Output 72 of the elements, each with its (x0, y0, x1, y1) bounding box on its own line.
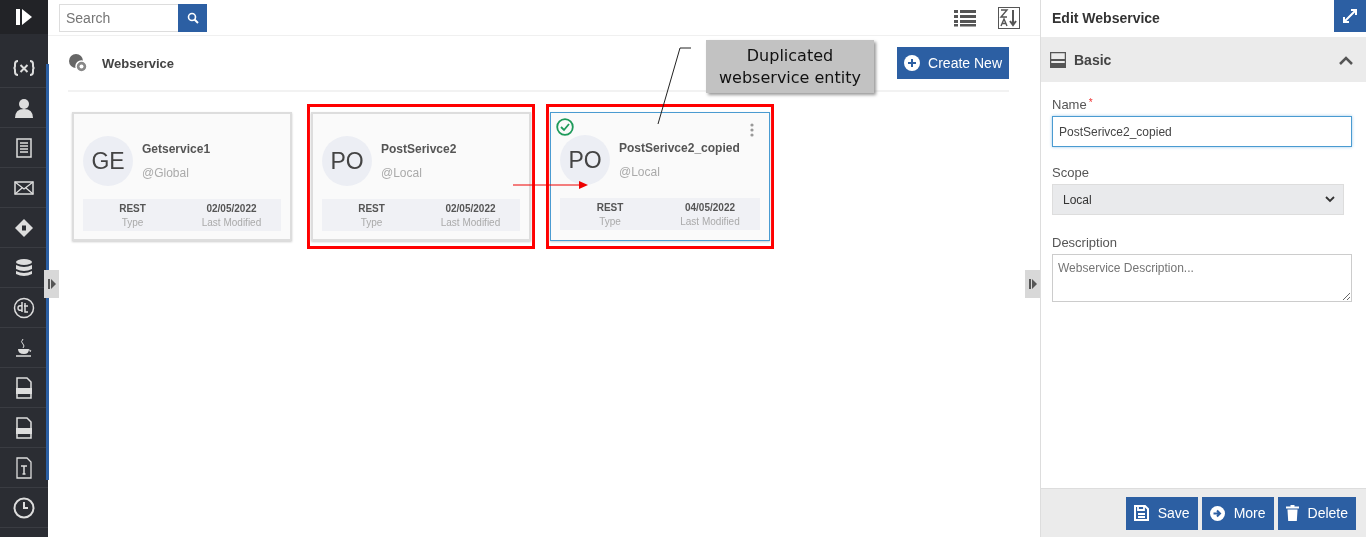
user-icon[interactable] (14, 97, 34, 118)
list-view-icon[interactable] (954, 8, 976, 27)
play-logo-icon[interactable] (15, 8, 33, 26)
collapse-handle[interactable] (1025, 270, 1040, 298)
modified-label: Last Modified (680, 215, 740, 227)
page-title: Webservice (102, 55, 175, 71)
sort-icon[interactable] (998, 6, 1020, 29)
callout-note: Duplicated webservice entity (706, 40, 874, 93)
avatar: GE (83, 136, 133, 186)
expand-button[interactable] (1334, 0, 1366, 32)
modified-label: Last Modified (201, 216, 262, 228)
type-value: REST (119, 202, 146, 214)
service-name: PostSerivce2_copied (619, 141, 740, 155)
diamond-icon[interactable] (14, 217, 34, 238)
modified-date: 04/05/2022 (684, 201, 736, 213)
file-badge-icon[interactable] (15, 376, 33, 399)
chevron-icon[interactable] (1338, 54, 1354, 65)
save-icon (1133, 505, 1149, 521)
dt-circle-icon[interactable] (13, 296, 35, 319)
modified-label: Last Modified (440, 216, 501, 228)
section-title: Basic (1074, 51, 1112, 68)
service-name: PostSerivce2 (381, 142, 457, 156)
text-file-icon[interactable] (16, 456, 32, 479)
service-scope: @Global (142, 166, 190, 180)
collapse-handle[interactable] (44, 270, 59, 298)
name-label: Name* (1052, 97, 1094, 112)
plus-circle-icon (904, 55, 921, 71)
more-button[interactable]: More (1201, 496, 1274, 530)
search-field[interactable]: Search (59, 3, 178, 32)
avatar: PO (560, 135, 610, 185)
delete-button[interactable]: Delete (1277, 496, 1356, 530)
clock-icon[interactable] (13, 496, 35, 519)
section-header[interactable]: Basic (1041, 37, 1366, 82)
description-label: Description (1052, 235, 1119, 250)
more-options-icon[interactable] (750, 123, 754, 137)
description-field[interactable]: Webservice Description... (1052, 254, 1352, 302)
arrow-circle-icon (1209, 505, 1225, 521)
expand-icon (1342, 8, 1358, 24)
scroll-bar[interactable] (46, 64, 49, 480)
avatar: PO (322, 136, 372, 186)
panel-title: Edit Webservice (1051, 9, 1160, 26)
create-new-button[interactable]: Create New (897, 47, 1009, 79)
chevron-down-icon (1325, 196, 1335, 203)
service-scope: @Local (381, 166, 423, 180)
type-label: Type (599, 215, 621, 227)
search-button[interactable] (178, 3, 207, 32)
service-card[interactable]: PO PostSerivce2 @Local REST Type 02/05/2022 Last Modified (311, 112, 531, 241)
type-label: Type (360, 216, 383, 228)
service-card[interactable]: GE Getservice1 @Global REST Type 02/05/2022 Last Modified (72, 112, 292, 241)
service-scope: @Local (619, 165, 661, 179)
globe-gear-icon (68, 53, 88, 73)
type-value: REST (596, 201, 624, 213)
service-card[interactable]: PO PostSerivce2_copied @Local REST Type 04/05/2022 Last Modified (550, 112, 770, 241)
type-value: REST (358, 202, 385, 214)
modified-date: 02/05/2022 (206, 202, 257, 214)
trash-icon (1285, 505, 1299, 521)
type-label: Type (121, 216, 144, 228)
name-field[interactable]: PostSerivce2_copied (1052, 116, 1352, 147)
coffee-cup-icon[interactable] (15, 337, 33, 358)
form-icon (1050, 51, 1066, 68)
scope-label: Scope (1052, 165, 1090, 180)
search-icon (186, 11, 199, 24)
database-icon[interactable] (15, 257, 33, 278)
file-badge-icon[interactable] (15, 416, 33, 439)
mail-icon[interactable] (14, 180, 34, 195)
document-icon[interactable] (16, 137, 32, 158)
check-circle-icon (556, 118, 574, 136)
scope-dropdown[interactable]: Local (1052, 184, 1344, 215)
modified-date: 02/05/2022 (445, 202, 496, 214)
service-name: Getservice1 (142, 142, 211, 156)
braces-x-icon[interactable] (13, 58, 35, 77)
save-button[interactable]: Save (1125, 496, 1198, 530)
